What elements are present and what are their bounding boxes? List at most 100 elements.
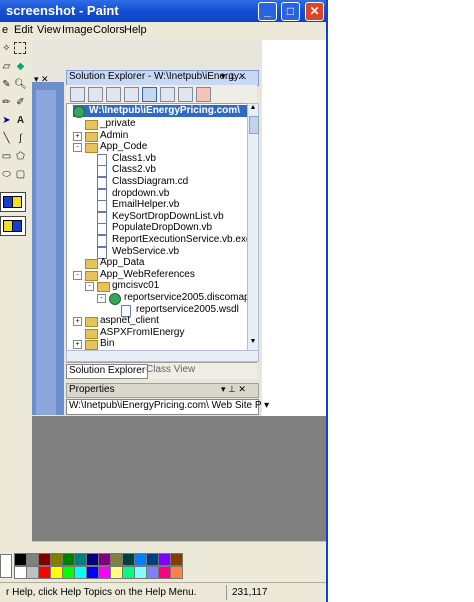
tree-item-label: ClassDiagram.cd: [112, 176, 189, 187]
palette-swatch[interactable]: [170, 553, 183, 566]
close-button[interactable]: ✕: [305, 2, 324, 21]
curve-icon[interactable]: ∫: [14, 132, 27, 145]
tree-item-label: _private: [100, 118, 136, 129]
view-designer-icon[interactable]: [142, 87, 157, 102]
menu-bar: e Edit View Image Colors Help: [0, 22, 328, 40]
menu-help[interactable]: Help: [124, 24, 147, 36]
brush-icon[interactable]: ✐: [14, 96, 27, 109]
tree-item[interactable]: PopulateDropDown.vb: [67, 222, 248, 236]
tree-item[interactable]: dropdown.vb: [67, 187, 248, 201]
tree-item-label: App_Code: [100, 141, 148, 153]
properties-title: Properties: [69, 384, 115, 395]
tree-item[interactable]: - App_Code: [67, 141, 248, 154]
tree-item[interactable]: App_Data: [67, 257, 248, 270]
scroll-up-icon[interactable]: ▲: [248, 104, 258, 114]
folder-icon: [85, 317, 98, 328]
tab-solution-explorer[interactable]: Solution Explorer: [66, 364, 149, 379]
tree-item[interactable]: ClassDiagram.cd: [67, 176, 248, 189]
airbrush-icon[interactable]: ➤: [0, 114, 13, 127]
panel-pin-icon[interactable]: ▾ ⊥ ✕: [221, 71, 246, 82]
menu-view[interactable]: View: [37, 24, 61, 36]
folder-icon: [85, 259, 98, 270]
fill-style-opaque-icon[interactable]: [0, 192, 26, 212]
collapse-icon[interactable]: -: [97, 294, 106, 303]
tree-item[interactable]: KeySortDropDownList.vb: [67, 210, 248, 224]
cursor-coordinates: 231,117: [232, 587, 268, 598]
palette-swatch[interactable]: [170, 566, 183, 579]
scroll-thumb[interactable]: [249, 116, 259, 134]
minimize-button[interactable]: _: [258, 2, 277, 21]
tree-item[interactable]: - reportservice2005.discomap: [67, 292, 248, 305]
tree-item[interactable]: reportservice2005.wsdl: [67, 303, 248, 317]
tree-item[interactable]: ASPXFromIEnergy: [67, 327, 248, 339]
window-right-border: [326, 0, 328, 602]
tree-item-label: App_WebReferences: [100, 268, 195, 280]
tree-item[interactable]: Class1.vb: [67, 153, 248, 166]
window-title: screenshot - Paint: [6, 3, 119, 18]
tree-item[interactable]: ReportExecutionService.vb.exclude: [67, 234, 248, 247]
collapse-icon[interactable]: -: [73, 270, 82, 280]
line-icon[interactable]: ╲: [0, 132, 13, 145]
expand-icon[interactable]: +: [73, 340, 82, 350]
tree-item[interactable]: + aspnet_client: [67, 315, 248, 328]
tab-class-view[interactable]: Class View: [144, 364, 197, 377]
paint-window: screenshot - Paint _ □ ✕ e Edit View Ima…: [0, 0, 328, 602]
canvas-background: [32, 416, 328, 541]
collapse-icon[interactable]: -: [73, 143, 82, 153]
copy-website-icon[interactable]: [160, 87, 175, 102]
show-all-files-icon[interactable]: [88, 87, 103, 102]
title-bar[interactable]: screenshot - Paint _ □ ✕: [0, 0, 328, 22]
config-icon[interactable]: [196, 87, 211, 102]
magnifier-icon[interactable]: 🔍︎: [14, 78, 27, 91]
menu-colors[interactable]: Colors: [93, 24, 125, 36]
tree-hscrollbar[interactable]: [66, 350, 259, 362]
tree-item-label: KeySortDropDownList.vb: [112, 210, 224, 222]
menu-edit[interactable]: Edit: [14, 24, 33, 36]
pick-color-icon[interactable]: ✎: [0, 78, 13, 91]
menu-file[interactable]: e: [2, 24, 8, 36]
tree-item[interactable]: Class2.vb: [67, 164, 248, 178]
eraser-icon[interactable]: ▱: [0, 60, 13, 73]
tree-item[interactable]: EmailHelper.vb: [67, 199, 248, 213]
text-icon[interactable]: A: [14, 114, 27, 127]
folder-icon: [85, 143, 98, 154]
rectangle-icon[interactable]: ▭: [0, 150, 13, 163]
tree-scrollbar[interactable]: ▲ ▼: [247, 103, 259, 351]
tree-item[interactable]: _private: [67, 118, 248, 130]
pencil-icon[interactable]: ✏: [0, 96, 13, 109]
tree-item-label: aspnet_client: [100, 315, 159, 327]
tree-item[interactable]: - gmcisvc01: [67, 280, 248, 293]
rounded-rect-icon[interactable]: ▢: [14, 168, 27, 181]
solution-explorer-toolbar: [66, 85, 257, 103]
tree-item-label: Bin: [100, 338, 115, 350]
expand-icon[interactable]: +: [73, 317, 82, 327]
refresh-icon[interactable]: [106, 87, 121, 102]
tree-root[interactable]: W:\Inetpub\iEnergyPricing.com\: [73, 105, 248, 118]
properties-pin-icon[interactable]: ▾ ⊥ ✕: [221, 384, 246, 395]
collapse-icon[interactable]: -: [85, 282, 94, 292]
status-bar: r Help, click Help Topics on the Help Me…: [0, 582, 328, 602]
color-palette: [0, 551, 328, 579]
fill-style-transparent-icon[interactable]: [0, 216, 26, 236]
tree-item[interactable]: + Bin: [67, 338, 248, 350]
polygon-icon[interactable]: ⬠: [14, 150, 27, 163]
maximize-button[interactable]: □: [281, 2, 300, 21]
tree-item-label: reportservice2005.wsdl: [136, 303, 239, 315]
expand-icon[interactable]: +: [73, 131, 82, 141]
scroll-down-icon[interactable]: ▼: [248, 338, 258, 348]
asp-config-icon[interactable]: [178, 87, 193, 102]
menu-image[interactable]: Image: [62, 24, 93, 36]
ellipse-icon[interactable]: ⬭: [0, 168, 13, 181]
free-select-icon[interactable]: ✧: [0, 42, 13, 55]
nest-related-icon[interactable]: [124, 87, 139, 102]
tree-item[interactable]: - App_WebReferences: [67, 268, 248, 281]
solution-tree[interactable]: W:\Inetpub\iEnergyPricing.com\ _private +…: [66, 103, 249, 351]
tree-item[interactable]: + Admin: [67, 130, 248, 142]
tree-item-label: dropdown.vb: [112, 187, 170, 199]
fill-icon[interactable]: ◆: [14, 60, 27, 73]
folder-icon: [85, 270, 98, 281]
rect-select-icon[interactable]: [14, 42, 26, 54]
properties-icon[interactable]: [70, 87, 85, 102]
properties-object-selector[interactable]: W:\Inetpub\iEnergyPricing.com\ Web Site …: [66, 399, 269, 415]
tree-item[interactable]: WebService.vb: [67, 246, 248, 259]
